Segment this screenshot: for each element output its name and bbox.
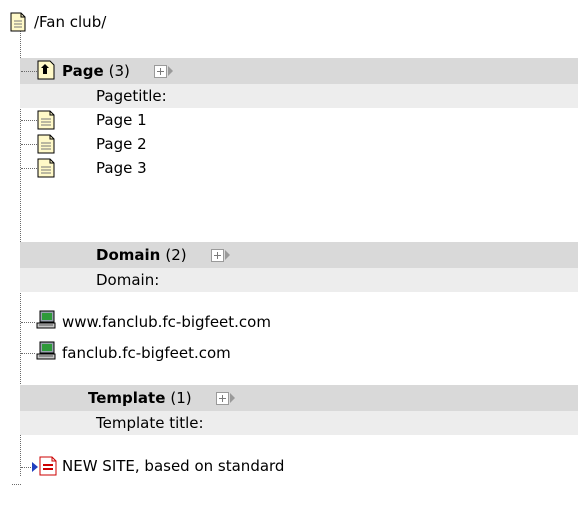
computer-icon[interactable] — [35, 341, 57, 361]
tree-connector — [21, 120, 37, 121]
section-name: Page — [62, 62, 104, 80]
plus-expand-icon[interactable] — [215, 391, 229, 405]
section-name: Template — [88, 389, 166, 407]
plus-expand-icon[interactable] — [153, 64, 167, 78]
item-label[interactable]: Page 1 — [96, 111, 147, 129]
section-title-template: Template (1) — [88, 385, 235, 411]
section-name: Domain — [96, 246, 161, 264]
expand-arrow-icon[interactable] — [224, 250, 230, 260]
path-label: /Fan club/ — [34, 13, 107, 31]
item-label[interactable]: fanclub.fc-bigfeet.com — [62, 344, 231, 362]
tree-connector — [21, 144, 37, 145]
item-label[interactable]: Page 3 — [96, 159, 147, 177]
tree-connector — [12, 484, 21, 485]
section-count: (1) — [170, 389, 192, 407]
tree-connector — [21, 168, 37, 169]
section-count: (3) — [108, 62, 130, 80]
tree-connector — [21, 353, 35, 354]
page-icon — [10, 12, 26, 32]
page-up-icon[interactable] — [37, 60, 55, 80]
template-icon[interactable] — [39, 456, 57, 476]
item-label[interactable]: www.fanclub.fc-bigfeet.com — [62, 313, 271, 331]
field-label: Pagetitle: — [96, 87, 167, 105]
item-label[interactable]: Page 2 — [96, 135, 147, 153]
page-icon[interactable] — [37, 158, 55, 178]
section-title-page: Page (3) — [62, 58, 173, 84]
section-count: (2) — [165, 246, 187, 264]
section-title-domain: Domain (2) — [96, 242, 230, 268]
field-label: Template title: — [96, 414, 204, 432]
page-icon[interactable] — [37, 110, 55, 130]
page-icon[interactable] — [37, 134, 55, 154]
computer-icon[interactable] — [35, 310, 57, 330]
tree-connector — [21, 322, 35, 323]
expand-arrow-icon[interactable] — [167, 66, 173, 76]
field-label: Domain: — [96, 271, 160, 289]
item-label[interactable]: NEW SITE, based on standard — [62, 457, 284, 475]
expand-arrow-icon[interactable] — [229, 393, 235, 403]
plus-expand-icon[interactable] — [210, 248, 224, 262]
path-row: /Fan club/ — [10, 10, 106, 34]
arrow-right-icon — [32, 462, 38, 472]
tree-connector — [21, 71, 37, 72]
